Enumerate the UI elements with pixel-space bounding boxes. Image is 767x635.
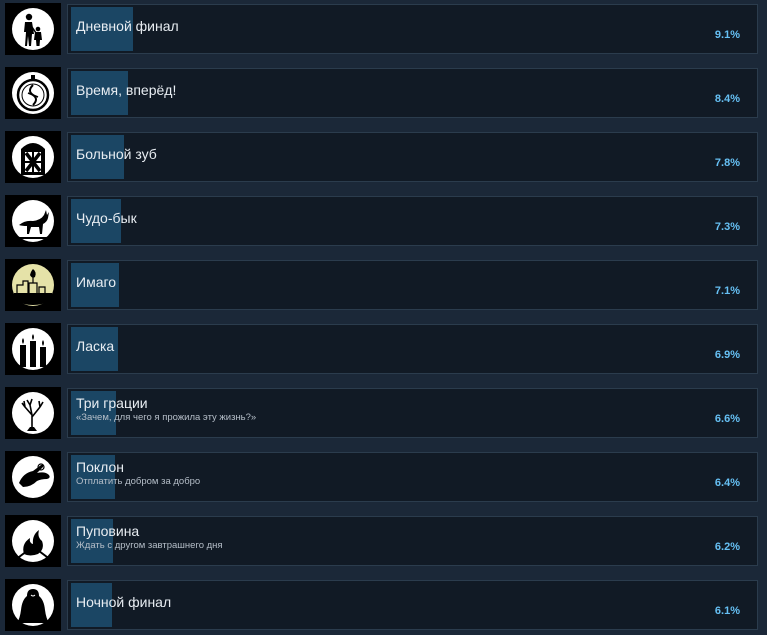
achievement-row[interactable]: Больной зуб 7.8%	[0, 129, 767, 185]
unlock-percent: 8.4%	[714, 93, 740, 105]
achievement-row[interactable]: Три грации «Зачем, для чего я прожила эту…	[0, 385, 767, 441]
achievement-description: «Зачем, для чего я прожила эту жизнь?»	[76, 412, 257, 423]
window-cross-icon	[5, 131, 61, 183]
achievement-row[interactable]: Дневной финал 9.1%	[0, 1, 767, 57]
achievement-card: Дневной финал 9.1%	[67, 4, 758, 54]
achievement-row[interactable]: Время, вперёд! 8.4%	[0, 65, 767, 121]
achievement-description: Отплатить добром за добро	[76, 476, 201, 487]
achievement-title: Пуповина	[76, 523, 140, 539]
achievement-card: Чудо-бык 7.3%	[67, 196, 758, 246]
unlock-percent: 6.6%	[714, 413, 740, 425]
unlock-percent: 6.1%	[714, 605, 740, 617]
achievement-title: Дневной финал	[76, 18, 179, 34]
unlock-percent: 6.4%	[714, 477, 740, 489]
achievement-card: Больной зуб 7.8%	[67, 132, 758, 182]
achievement-list: Дневной финал 9.1% Время, вперёд! 8.4% Больн…	[0, 0, 767, 635]
achievement-row[interactable]: Поклон Отплатить добром за добро 6.4%	[0, 449, 767, 505]
achievement-card: Ласка 6.9%	[67, 324, 758, 374]
hand-icon	[5, 451, 61, 503]
unlock-percent: 7.8%	[714, 157, 740, 169]
achievement-card: Имаго 7.1%	[67, 260, 758, 310]
achievement-title: Три грации	[76, 395, 148, 411]
unlock-percent: 6.9%	[714, 349, 740, 361]
unlock-percent: 6.2%	[714, 541, 740, 553]
candles-icon	[5, 323, 61, 375]
fire-figure-icon	[5, 515, 61, 567]
unlock-percent: 7.3%	[714, 221, 740, 233]
parent-child-silhouette-icon	[5, 3, 61, 55]
achievement-row[interactable]: Ночной финал 6.1%	[0, 577, 767, 633]
achievement-description: Ждать с другом завтрашнего дня	[76, 540, 223, 551]
achievement-title: Поклон	[76, 459, 124, 475]
achievement-title: Больной зуб	[76, 146, 157, 162]
achievement-title: Чудо-бык	[76, 210, 137, 226]
achievement-row[interactable]: Имаго 7.1%	[0, 257, 767, 313]
achievement-card: Время, вперёд! 8.4%	[67, 68, 758, 118]
achievement-title: Ночной финал	[76, 594, 172, 610]
achievement-row[interactable]: Пуповина Ждать с другом завтрашнего дня 6.…	[0, 513, 767, 569]
achievement-card: Три грации «Зачем, для чего я прожила эту…	[67, 388, 758, 438]
achievement-row[interactable]: Чудо-бык 7.3%	[0, 193, 767, 249]
unlock-percent: 9.1%	[714, 29, 740, 41]
achievement-row[interactable]: Ласка 6.9%	[0, 321, 767, 377]
achievement-title: Время, вперёд!	[76, 82, 177, 98]
achievement-title: Имаго	[76, 274, 117, 290]
pocket-watch-icon	[5, 67, 61, 119]
achievement-card: Поклон Отплатить добром за добро 6.4%	[67, 452, 758, 502]
achievement-card: Ночной финал 6.1%	[67, 580, 758, 630]
unlock-percent: 7.1%	[714, 285, 740, 297]
bare-tree-icon	[5, 387, 61, 439]
cloaked-figure-icon	[5, 579, 61, 631]
achievement-card: Пуповина Ждать с другом завтрашнего дня 6.…	[67, 516, 758, 566]
achievement-title: Ласка	[76, 338, 115, 354]
town-ruins-icon	[5, 259, 61, 311]
bull-icon	[5, 195, 61, 247]
